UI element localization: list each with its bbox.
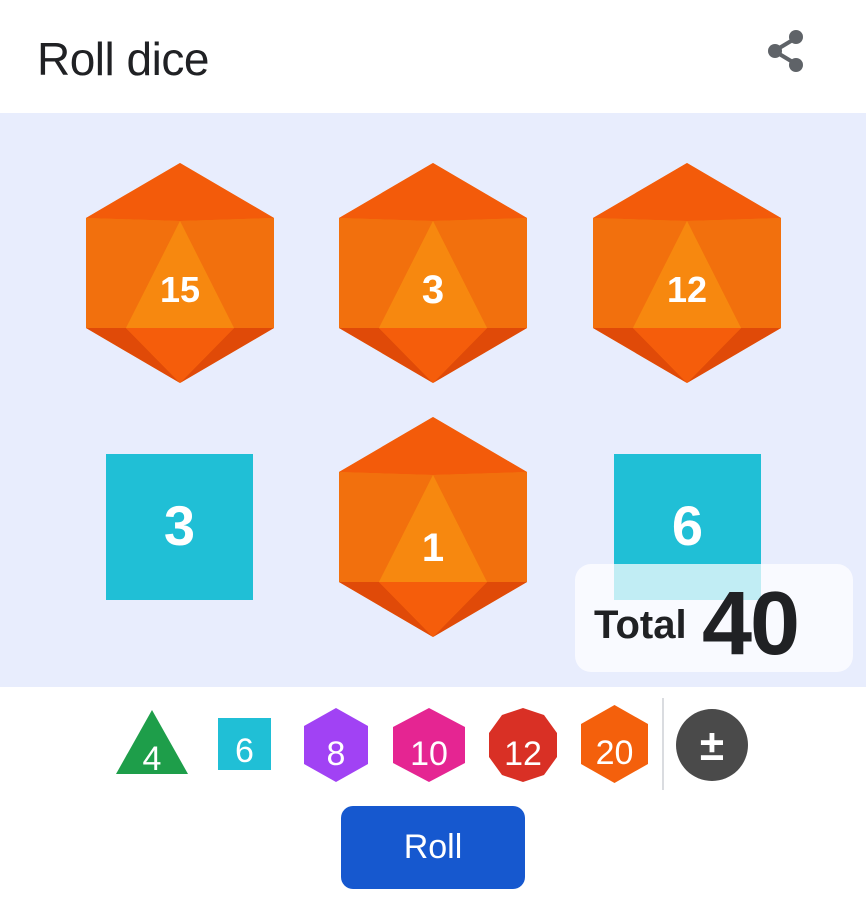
total-value: 40 [702,574,800,674]
total-card: Total 40 [575,564,853,674]
die-type-label: 10 [410,735,448,773]
total-label: Total [594,603,687,647]
die-type-label: 8 [326,735,346,773]
page-title: Roll dice [37,33,209,85]
die-d20[interactable]: 3 [339,163,527,383]
plus-minus-icon: ± [699,721,725,770]
die-d20[interactable]: 12 [593,163,781,383]
add-d10-button[interactable]: 10 [392,707,466,783]
add-d8-button[interactable]: 8 [303,707,369,783]
add-d20-button[interactable]: 20 [580,704,649,784]
die-type-label: 4 [142,740,162,778]
picker-divider [662,698,664,790]
die-value: 3 [163,494,196,557]
add-d6-button[interactable]: 6 [218,718,271,770]
die-value: 3 [421,268,445,312]
die-value: 6 [671,494,704,557]
add-d12-button[interactable]: 12 [487,707,559,783]
die-type-label: 6 [235,732,254,770]
add-d4-button[interactable]: 4 [115,708,189,778]
app-header: Roll dice [0,0,866,113]
die-value: 12 [666,269,708,310]
die-d6[interactable]: 3 [106,454,253,600]
roll-button[interactable]: Roll [341,806,525,889]
custom-dice-button[interactable]: ± [676,709,748,781]
share-button[interactable] [762,26,812,76]
die-type-label: 20 [595,734,634,772]
die-d20[interactable]: 15 [86,163,274,383]
die-type-label: 12 [504,735,542,773]
die-value: 15 [159,269,201,310]
share-icon [768,30,803,72]
die-d20[interactable]: 1 [339,417,527,637]
die-value: 1 [421,526,445,570]
